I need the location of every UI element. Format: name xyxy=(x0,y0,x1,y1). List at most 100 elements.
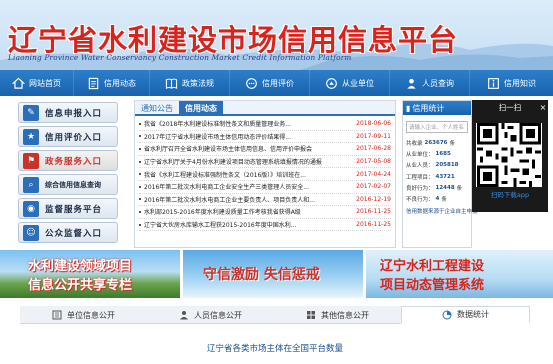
bullet-icon xyxy=(139,223,141,226)
news-row[interactable]: 2016年第二批次水利水电商工企业主要负责人、项目负责人和... 2016-12-… xyxy=(139,194,391,207)
news-title[interactable]: 2016年第二批次水利电商工企业安全生产三类管理人员安全... xyxy=(144,182,349,191)
news-title[interactable]: 水利部2015-2016年度水利建设质量工作考核我省获得A级 xyxy=(144,207,349,216)
news-title[interactable]: 我省《水利工程建设标准强制性条文（2016版）》培训班在... xyxy=(144,170,349,179)
banner-project-management[interactable]: 辽宁水利工程建设 项目动态管理系统 xyxy=(366,250,553,298)
news-date: 2016-12-19 xyxy=(356,195,391,203)
news-title[interactable]: 辽宁省水利厅关于4月份水利建设项目动态管理系统填报情况的通报 xyxy=(144,157,349,166)
bullet-icon xyxy=(139,122,141,125)
news-list: 我省《2018年水利建设标准制性条文和质量管理业务... 2018-06-06 2… xyxy=(135,116,395,232)
stats-label: 从业单位： xyxy=(406,151,434,158)
supervision-platform-button[interactable]: ◉ 监督服务平台 xyxy=(18,198,118,219)
entry-label: 信息申报入口 xyxy=(45,108,103,119)
edit-icon: ✎ xyxy=(23,104,39,121)
search-input[interactable]: 请输入企业、个人姓名 xyxy=(406,121,468,133)
tab-data-statistics[interactable]: 数据统计 xyxy=(401,306,530,324)
tab-label: 其他信息公开 xyxy=(321,310,369,320)
news-row[interactable]: 我省《水利工程建设标准强制性条文（2016版）》培训班在... 2017-04-2… xyxy=(139,168,391,181)
stats-label: 良好行为： xyxy=(406,185,434,192)
news-row[interactable]: 辽宁省大伙房水库输水工程获2015-2016年度中国水利... 2016-11-2… xyxy=(139,219,391,232)
entry-label: 综合信用信息查询 xyxy=(45,180,101,189)
info-declaration-entry-button[interactable]: ✎ 信息申报入口 xyxy=(18,102,118,123)
nav-item-home[interactable]: 网站首页 xyxy=(0,70,74,96)
nav-item-credit-news[interactable]: 信用动态 xyxy=(74,70,150,96)
info-icon xyxy=(488,77,499,89)
banner-row: 水利建设领域项目 信息公开共享专栏 守信激励 失信惩戒 辽宁水利工程建设 项目动… xyxy=(0,250,553,300)
nav-label: 信用知识 xyxy=(504,78,536,88)
banner-line: 守信激励 失信惩戒 xyxy=(203,267,320,283)
scan-label: 扫一扫 xyxy=(498,102,522,112)
qr-caption[interactable]: 扫码下载app xyxy=(472,189,548,199)
nav-label: 从业单位 xyxy=(342,78,374,88)
news-title[interactable]: 省水利厅召开全省水利建设市场主体信用信息、信用评价申报会 xyxy=(144,144,349,153)
news-date: 2017-02-07 xyxy=(356,183,391,191)
credit-stats-panel: ▮ 信用统计 请输入企业、个人姓名 共收录 263676 条 从业单位： 1685 从… xyxy=(402,100,478,248)
stats-unit: 条 xyxy=(456,185,463,192)
news-row[interactable]: 2017年辽宁省水利建设市场主体信用动态评价结果得... 2017-09-11 xyxy=(139,131,391,144)
bullet-icon xyxy=(139,185,141,188)
bullet-icon xyxy=(139,210,141,213)
banner-info-disclosure[interactable]: 水利建设领域项目 信息公开共享专栏 xyxy=(0,250,180,298)
tab-label: 人员信息公开 xyxy=(194,310,242,320)
news-row[interactable]: 辽宁省水利厅关于4月份水利建设项目动态管理系统填报情况的通报 2017-05-08 xyxy=(139,156,391,169)
bullet-icon xyxy=(139,147,141,150)
news-row[interactable]: 水利部2015-2016年度水利建设质量工作考核我省获得A级 2016-11-25 xyxy=(139,206,391,219)
stats-value: 263676 xyxy=(424,139,448,146)
tab-credit-news[interactable]: 信用动态 xyxy=(179,101,223,116)
tab-personnel-info[interactable]: 人员信息公开 xyxy=(147,306,274,324)
credit-evaluation-entry-button[interactable]: ★ 信用评价入口 xyxy=(18,126,118,147)
banner-line: 辽宁水利工程建设 xyxy=(380,259,485,274)
nav-label: 信用评价 xyxy=(262,78,294,88)
tab-unit-info[interactable]: 单位信息公开 xyxy=(20,306,147,324)
chat-icon xyxy=(246,77,257,89)
news-date: 2017-05-08 xyxy=(356,158,391,166)
person-icon xyxy=(180,311,188,320)
home-icon xyxy=(12,77,25,89)
site-header: 辽宁省水利建设市场信用信息平台 Liaoning Province Water … xyxy=(0,0,553,70)
entry-label: 信用评价入口 xyxy=(45,132,103,143)
banner-credit-incentive[interactable]: 守信激励 失信惩戒 xyxy=(183,250,363,298)
nav-item-credit-evaluation[interactable]: 信用评价 xyxy=(230,70,310,96)
people-icon: ☺ xyxy=(23,224,39,241)
news-date: 2018-06-06 xyxy=(356,120,391,128)
stats-row: 从业单位： 1685 xyxy=(403,148,471,159)
government-service-entry-button[interactable]: ⚑ 政务服务入口 xyxy=(18,150,118,171)
bullet-icon xyxy=(139,135,141,138)
news-title[interactable]: 我省《2018年水利建设标准制性条文和质量管理业务... xyxy=(144,119,349,128)
bullet-icon xyxy=(139,160,141,163)
credit-query-entry-button[interactable]: ⌕ 综合信用信息查询 xyxy=(18,174,118,195)
stats-value: 43721 xyxy=(435,173,455,180)
close-icon[interactable]: × xyxy=(538,100,548,114)
star-icon: ★ xyxy=(23,128,39,145)
news-date: 2017-06-28 xyxy=(356,145,391,153)
building-icon xyxy=(326,77,337,89)
news-title[interactable]: 2016年第二批次水利水电商工企业主要负责人、项目负责人和... xyxy=(144,195,349,204)
nav-item-personnel[interactable]: 人员查询 xyxy=(390,70,470,96)
qr-code xyxy=(476,123,542,187)
tab-notices[interactable]: 通知公告 xyxy=(135,101,179,116)
news-title[interactable]: 辽宁省大伙房水库输水工程获2015-2016年度中国水利... xyxy=(144,220,349,229)
bullet-icon xyxy=(139,173,141,176)
tab-other-info[interactable]: 其他信息公开 xyxy=(274,306,401,324)
nav-item-policies[interactable]: 政策法规 xyxy=(150,70,230,96)
news-panel: 通知公告 信用动态 我省《2018年水利建设标准制性条文和质量管理业务... 20… xyxy=(134,100,396,248)
news-title[interactable]: 2017年辽宁省水利建设市场主体信用动态评价结果得... xyxy=(144,132,349,141)
stats-label: 从业人员： xyxy=(406,163,434,170)
eye-icon: ◉ xyxy=(23,200,39,217)
news-row[interactable]: 省水利厅召开全省水利建设市场主体信用信息、信用评价申报会 2017-06-28 xyxy=(139,143,391,156)
statistics-title: 辽宁省各类市场主体在全国平台数量 xyxy=(206,344,343,354)
nav-item-credit-knowledge[interactable]: 信用知识 xyxy=(470,70,553,96)
public-supervision-entry-button[interactable]: ☺ 公众监督入口 xyxy=(18,222,118,243)
tab-label: 数据统计 xyxy=(457,310,489,319)
stats-label: 工程项目： xyxy=(406,174,434,181)
news-row[interactable]: 2016年第二批次水利电商工企业安全生产三类管理人员安全... 2017-02-0… xyxy=(139,181,391,194)
nav-item-enterprises[interactable]: 从业单位 xyxy=(310,70,390,96)
users-icon xyxy=(407,78,416,89)
stats-value: 1685 xyxy=(435,150,451,157)
banner-line: 项目动态管理系统 xyxy=(380,278,485,293)
news-date: 2016-11-25 xyxy=(356,221,391,229)
news-row[interactable]: 我省《2018年水利建设标准制性条文和质量管理业务... 2018-06-06 xyxy=(139,118,391,131)
tab-label: 单位信息公开 xyxy=(67,310,115,320)
stats-row: 从业人员： 205818 xyxy=(403,160,471,171)
search-icon: ⌕ xyxy=(23,176,39,193)
news-date: 2017-04-24 xyxy=(356,170,391,178)
